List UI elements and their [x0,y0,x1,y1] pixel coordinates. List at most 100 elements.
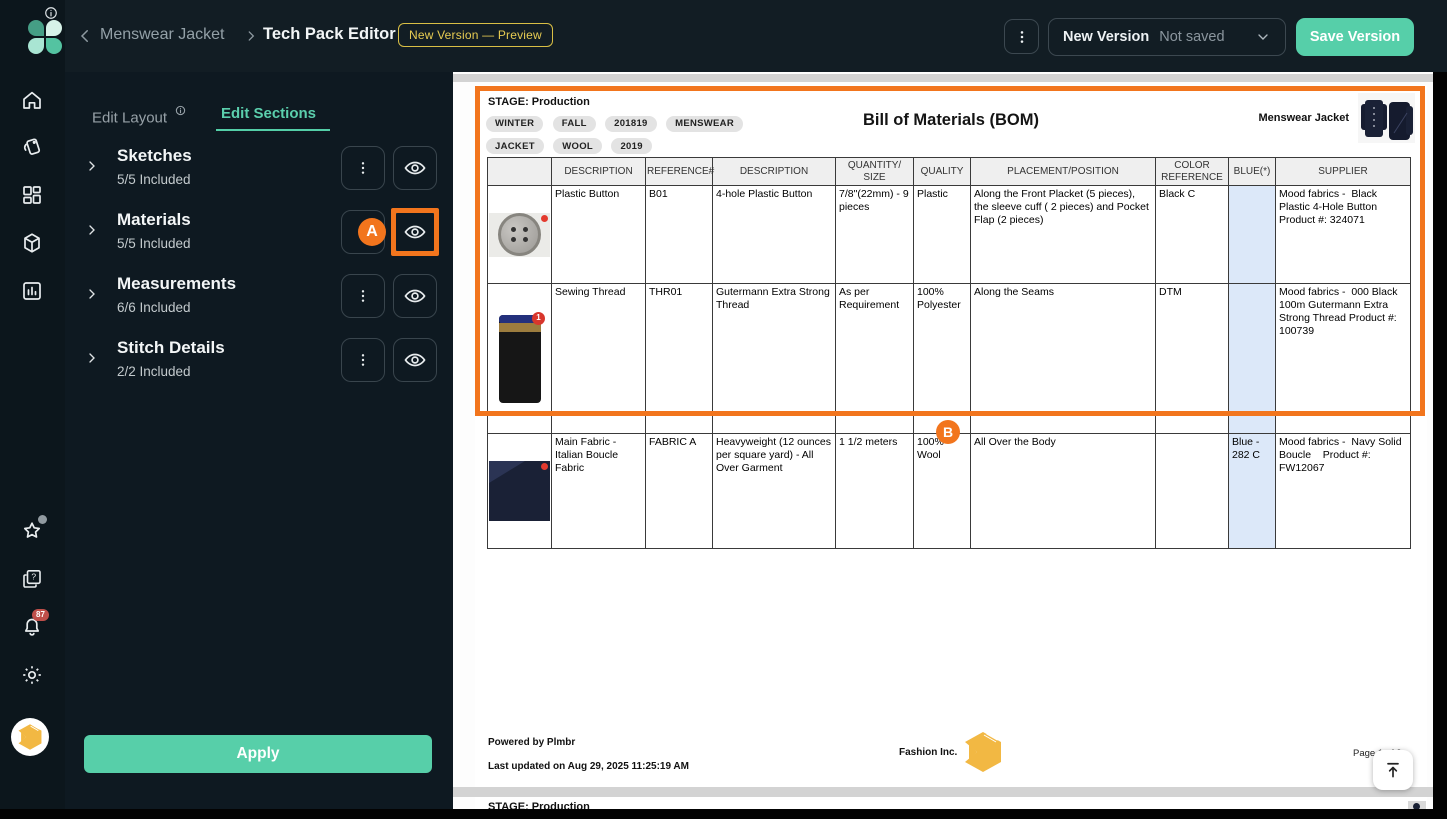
cell-quality: 100% Polyester [914,284,971,434]
cell-blue [1229,284,1276,434]
tag-list: WINTER FALL 201819 MENSWEAR JACKET WOOL … [486,113,806,158]
annotation-label-b: B [936,420,960,444]
page-gap [453,787,1433,797]
bom-row-plastic-button: Plastic Button B01 4-hole Plastic Button… [488,186,1411,284]
cell-supplier: Mood fabrics - 000 Black 100m Gutermann … [1276,284,1411,434]
fashion-inc-logo [963,730,1003,774]
section-row-measurements: Measurements 6/6 Included [65,274,453,322]
section-menu-button[interactable] [341,146,385,190]
tab-edit-layout[interactable]: Edit Layout [92,105,186,127]
nav-settings-icon[interactable] [19,662,45,688]
notification-count-badge: 87 [32,609,49,621]
nav-designs-icon[interactable] [19,134,45,160]
more-options-button[interactable] [1004,19,1039,54]
preview-badge: New Version — Preview [398,23,553,47]
cell-color-reference: Black C [1156,186,1229,284]
chevron-down-icon [1255,29,1271,45]
section-visibility-button[interactable] [393,338,437,382]
breadcrumb-parent[interactable]: Menswear Jacket [100,26,225,44]
col-header-blue: BLUE(*) [1229,158,1276,186]
section-visibility-button[interactable] [393,146,437,190]
cell-quality: 100% Wool [914,434,971,548]
section-menu-button[interactable] [341,274,385,318]
info-icon [44,6,58,20]
cell-description2: 4-hole Plastic Button [713,186,836,284]
cell-description: Plastic Button [552,186,646,284]
nav-modules-icon[interactable] [19,182,45,208]
jacket-thumbnail-image [1358,93,1415,143]
eye-icon [403,348,427,372]
bottom-edge-strip [0,809,1447,819]
version-name: New Version [1063,29,1149,45]
expand-chevron-icon[interactable] [84,158,100,174]
chevron-right-icon [244,28,258,44]
kebab-menu-icon [355,287,371,305]
nav-home-icon[interactable] [19,87,45,113]
section-row-materials: Materials 5/5 Included [65,210,453,258]
pin-count-badge: 1 [532,312,545,325]
section-subtitle: 5/5 Included [117,172,191,187]
nav-notifications-icon[interactable]: 87 [19,614,45,640]
product-name: Menswear Jacket [1259,112,1350,124]
document-preview-area: STAGE: Production WINTER FALL 201819 MEN… [453,72,1433,819]
expand-chevron-icon[interactable] [84,350,100,366]
cell-quantity: As per Requirement [836,284,914,434]
nav-products-icon[interactable] [19,230,45,256]
back-button[interactable] [76,27,94,50]
nav-help-icon[interactable]: ? [19,566,45,592]
col-header-description2: DESCRIPTION [713,158,836,186]
col-header-reference: REFERENCE# [646,158,713,186]
workspace-avatar[interactable] [11,718,49,756]
nav-favorites-icon[interactable] [19,518,45,544]
section-visibility-button[interactable] [393,210,437,254]
section-title[interactable]: Sketches [117,146,192,166]
apply-button[interactable]: Apply [84,735,432,773]
plastic-button-photo [488,186,552,284]
chevron-left-icon [76,27,94,45]
cell-reference: B01 [646,186,713,284]
section-title[interactable]: Stitch Details [117,338,225,358]
col-header-quantity: QUANTITY/ SIZE [836,158,914,186]
version-selector-dropdown[interactable]: New Version Not saved [1048,18,1286,56]
tab-edit-sections[interactable]: Edit Sections [221,105,316,122]
bom-row-main-fabric: Main Fabric - Italian Boucle Fabric FABR… [488,434,1411,548]
col-header-supplier: SUPPLIER [1276,158,1411,186]
col-header-quality: QUALITY [914,158,971,186]
section-title[interactable]: Materials [117,210,191,230]
col-header-placement: PLACEMENT/POSITION [971,158,1156,186]
company-name: Fashion Inc. [899,747,957,758]
kebab-menu-icon [355,159,371,177]
section-visibility-button[interactable] [393,274,437,318]
cell-description2: Gutermann Extra Strong Thread [713,284,836,434]
section-title[interactable]: Measurements [117,274,236,294]
tag: 2019 [611,138,651,154]
pin-dot-icon [541,215,548,222]
active-tab-underline [216,129,330,131]
app-logo[interactable] [28,20,62,54]
cell-description2: Heavyweight (12 ounces per square yard) … [713,434,836,548]
tag: MENSWEAR [666,116,743,132]
expand-chevron-icon[interactable] [84,222,100,238]
document-title: Bill of Materials (BOM) [775,111,1127,130]
cell-placement: All Over the Body [971,434,1156,548]
breadcrumb-current: Tech Pack Editor [263,25,396,44]
fashion-inc-avatar-logo [17,723,43,751]
tag: JACKET [486,138,544,154]
bom-table: DESCRIPTION REFERENCE# DESCRIPTION QUANT… [487,157,1411,549]
cell-placement: Along the Front Placket (5 pieces), the … [971,186,1156,284]
nav-reports-icon[interactable] [19,278,45,304]
expand-chevron-icon[interactable] [84,286,100,302]
scroll-to-top-button[interactable] [1373,750,1413,790]
cell-blue [1229,186,1276,284]
tag: FALL [553,116,596,132]
save-version-button[interactable]: Save Version [1296,18,1414,56]
version-status: Not saved [1159,29,1224,45]
navy-fabric-photo [488,434,552,548]
cell-description: Main Fabric - Italian Boucle Fabric [552,434,646,548]
cell-blue: Blue - 282 C [1229,434,1276,548]
section-menu-button[interactable] [341,338,385,382]
last-updated-text: Last updated on Aug 29, 2025 11:25:19 AM [488,761,689,772]
cell-color-reference: DTM [1156,284,1229,434]
cell-color-reference [1156,434,1229,548]
kebab-menu-icon [355,351,371,369]
